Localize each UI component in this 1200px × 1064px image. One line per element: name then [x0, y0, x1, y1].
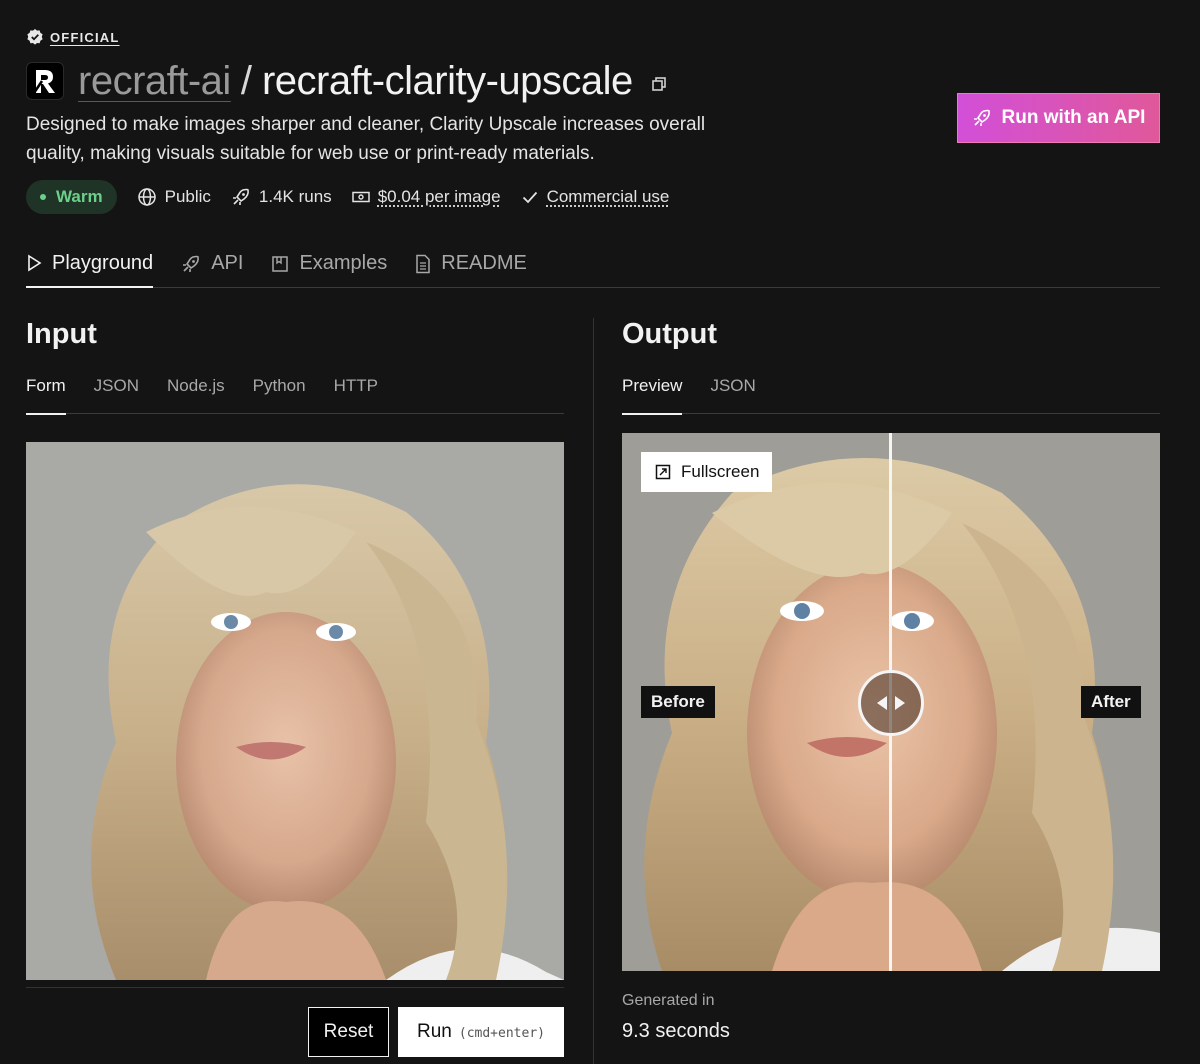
runs-meta: 1.4K runs: [231, 187, 332, 207]
generated-time: 9.3 seconds: [622, 1020, 730, 1042]
input-image[interactable]: [26, 442, 564, 980]
tab-readme[interactable]: README: [415, 240, 555, 287]
reset-button[interactable]: Reset: [308, 1007, 389, 1057]
recraft-logo-icon: [26, 62, 64, 100]
output-title: Output: [622, 318, 718, 350]
model-name: recraft-clarity-upscale: [261, 58, 633, 103]
price-label: $0.04 per image: [377, 187, 501, 206]
document-icon: [415, 254, 431, 274]
status-badge: Warm: [26, 180, 117, 214]
run-shortcut: (cmd+enter): [458, 1026, 545, 1041]
run-with-api-label: Run with an API: [1001, 107, 1146, 128]
price-meta[interactable]: $0.04 per image: [351, 187, 501, 207]
tab-label: API: [211, 252, 244, 274]
section-divider: [593, 318, 594, 1064]
tab-playground[interactable]: Playground: [26, 240, 154, 288]
model-meta-row: Warm Public 1.4K runs $0.04 per image Co…: [26, 180, 689, 214]
arrow-left-icon: [876, 695, 888, 711]
main-tabs: Playground API Examples README: [26, 240, 1160, 288]
tab-examples[interactable]: Examples: [271, 240, 415, 287]
generated-label: Generated in: [622, 992, 715, 1009]
run-button[interactable]: Run (cmd+enter): [398, 1007, 564, 1057]
official-label: OFFICIAL: [50, 29, 120, 45]
tab-label: README: [441, 252, 527, 274]
arrow-right-icon: [894, 695, 906, 711]
play-icon: [26, 254, 42, 272]
globe-icon: [137, 187, 157, 207]
tab-nodejs[interactable]: Node.js: [167, 374, 225, 414]
banknote-icon: [351, 190, 370, 204]
tab-api[interactable]: API: [181, 240, 271, 287]
input-tabs: Form JSON Node.js Python HTTP: [26, 374, 564, 415]
tab-label: Playground: [52, 251, 154, 274]
fullscreen-button[interactable]: Fullscreen: [641, 452, 772, 492]
input-title: Input: [26, 318, 97, 350]
title-separator: /: [240, 58, 252, 103]
owner-link[interactable]: recraft-ai: [78, 59, 231, 104]
bookmark-icon: [271, 255, 289, 273]
tab-preview[interactable]: Preview: [622, 374, 683, 415]
tab-label: Examples: [299, 252, 388, 274]
license-label: Commercial use: [546, 187, 670, 206]
license-meta[interactable]: Commercial use: [521, 187, 670, 207]
rocket-icon: [181, 254, 201, 274]
model-title: recraft-ai / recraft-clarity-upscale: [26, 58, 667, 104]
fullscreen-label: Fullscreen: [681, 462, 760, 481]
verified-check-icon: [26, 28, 44, 46]
check-icon: [521, 188, 539, 206]
copy-icon[interactable]: [651, 76, 667, 92]
visibility-meta: Public: [137, 187, 211, 207]
output-tabs: Preview JSON: [622, 374, 1160, 415]
status-label: Warm: [56, 187, 103, 206]
tab-json[interactable]: JSON: [94, 374, 139, 414]
comparison-slider-handle[interactable]: [858, 670, 924, 736]
tab-python[interactable]: Python: [253, 374, 306, 414]
official-badge[interactable]: OFFICIAL: [26, 28, 120, 46]
after-label: After: [1081, 686, 1141, 718]
rocket-icon: [231, 187, 251, 207]
rocket-icon: [972, 108, 992, 128]
status-dot-icon: [40, 194, 46, 200]
tab-output-json[interactable]: JSON: [710, 374, 755, 414]
run-label: Run: [417, 1021, 452, 1042]
visibility-label: Public: [164, 187, 211, 206]
tab-form[interactable]: Form: [26, 374, 66, 415]
before-label: Before: [641, 686, 715, 718]
tab-http[interactable]: HTTP: [334, 374, 378, 414]
model-description: Designed to make images sharper and clea…: [26, 114, 706, 164]
run-with-api-button[interactable]: Run with an API: [957, 93, 1160, 143]
expand-icon: [655, 464, 671, 480]
input-divider: [26, 987, 564, 988]
runs-count: 1.4K runs: [258, 187, 332, 206]
